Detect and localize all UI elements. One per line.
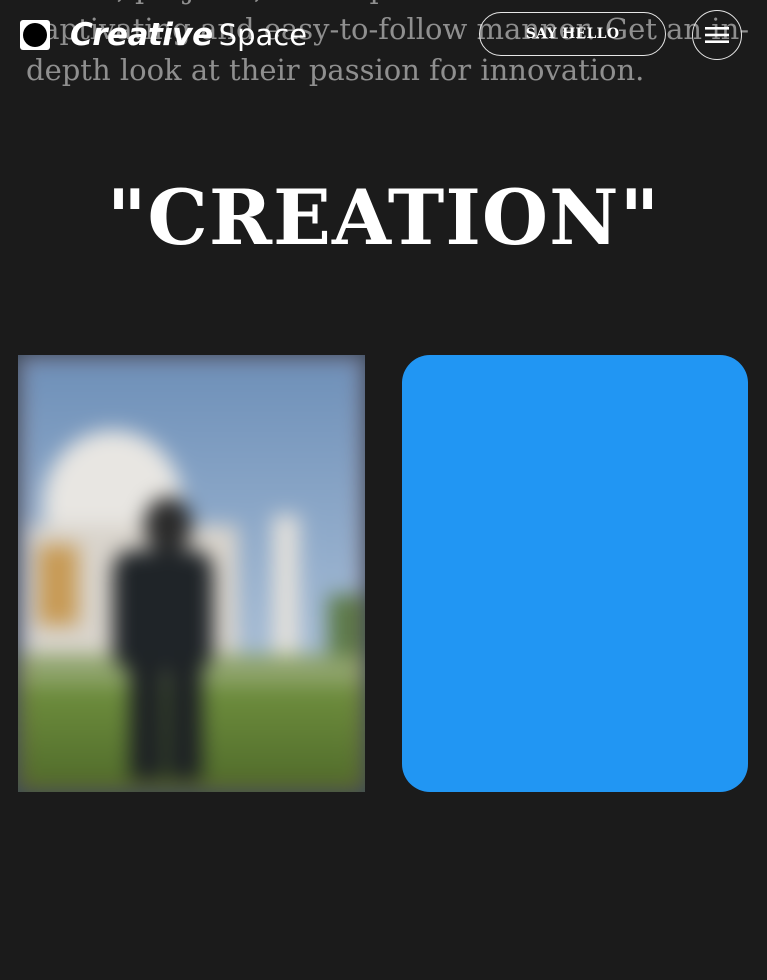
site-header: Creative Space SAY HELLO bbox=[0, 0, 767, 70]
site-logo[interactable]: Creative Space bbox=[20, 17, 308, 53]
logo-word-space: Space bbox=[218, 18, 308, 52]
logo-word-creative: Creative bbox=[70, 17, 213, 53]
logo-mark-icon bbox=[20, 20, 50, 50]
menu-button[interactable] bbox=[692, 10, 742, 60]
project-photo-card[interactable] bbox=[18, 355, 365, 792]
section-title: "CREATION" bbox=[106, 173, 661, 262]
hamburger-menu-icon bbox=[705, 27, 729, 43]
project-color-card[interactable] bbox=[402, 355, 748, 792]
blurred-photo-image bbox=[18, 355, 365, 792]
say-hello-button[interactable]: SAY HELLO bbox=[479, 12, 666, 56]
